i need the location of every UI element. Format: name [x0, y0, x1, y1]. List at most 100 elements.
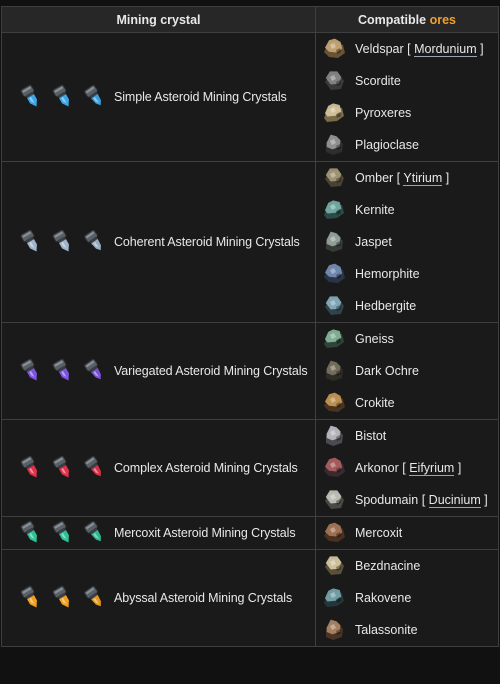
- mining-crystal-icon[interactable]: [82, 455, 108, 481]
- ore-item-arkonor: Arkonor [ Eifyrium ]: [316, 452, 498, 484]
- ore-label[interactable]: Mercoxit: [355, 526, 402, 540]
- mining-crystal-icon[interactable]: [50, 84, 76, 110]
- crystal-icon-group: [18, 84, 108, 110]
- hedbergite-ore-icon[interactable]: [321, 293, 355, 319]
- omber-ore-icon[interactable]: [321, 165, 355, 191]
- ore-label[interactable]: Dark Ochre: [355, 364, 419, 378]
- ore-name: Jaspet: [355, 235, 392, 249]
- header-ores-label[interactable]: ores: [430, 13, 456, 27]
- ore-item-gneiss: Gneiss: [316, 323, 498, 355]
- ore-label[interactable]: Crokite: [355, 396, 395, 410]
- mining-crystal-icon[interactable]: [50, 455, 76, 481]
- mining-crystal-icon[interactable]: [50, 229, 76, 255]
- ore-name: Gneiss: [355, 332, 394, 346]
- crystal-cell: Variegated Asteroid Mining Crystals: [1, 322, 316, 420]
- ore-item-jaspet: Jaspet: [316, 226, 498, 258]
- bistot-ore-icon[interactable]: [321, 423, 355, 449]
- ore-variant-link[interactable]: Mordunium: [414, 42, 477, 57]
- bezdnacine-ore-icon[interactable]: [321, 553, 355, 579]
- ore-cell: Omber [ Ytirium ] Kernite Jaspet Hemorphite…: [315, 161, 499, 323]
- ore-label[interactable]: Kernite: [355, 203, 395, 217]
- table-header-row: Mining crystal Compatible ores: [1, 6, 499, 33]
- crystal-icon-group: [18, 585, 108, 611]
- hemorphite-ore-icon[interactable]: [321, 261, 355, 287]
- ore-item-talassonite: Talassonite: [316, 614, 498, 646]
- talassonite-ore-icon[interactable]: [321, 617, 355, 643]
- ore-label[interactable]: Scordite: [355, 74, 401, 88]
- kernite-ore-icon[interactable]: [321, 197, 355, 223]
- mining-crystal-icon[interactable]: [82, 358, 108, 384]
- crystal-cell: Coherent Asteroid Mining Crystals: [1, 161, 316, 323]
- ore-list: Mercoxit: [316, 517, 498, 549]
- ore-label[interactable]: Spodumain: [355, 493, 418, 507]
- ore-list: Omber [ Ytirium ] Kernite Jaspet Hemorphite…: [316, 162, 498, 322]
- crystal-icon-group: [18, 520, 108, 546]
- mercoxit-ore-icon[interactable]: [321, 520, 355, 546]
- jaspet-ore-icon[interactable]: [321, 229, 355, 255]
- dark-ochre-ore-icon[interactable]: [321, 358, 355, 384]
- ore-variant-link[interactable]: Ducinium: [428, 493, 481, 508]
- ore-label[interactable]: Gneiss: [355, 332, 394, 346]
- mining-crystal-icon[interactable]: [18, 455, 44, 481]
- gneiss-ore-icon[interactable]: [321, 326, 355, 352]
- rakovene-ore-icon[interactable]: [321, 585, 355, 611]
- ore-item-bistot: Bistot: [316, 420, 498, 452]
- mining-crystal-icon[interactable]: [50, 358, 76, 384]
- mining-crystal-icon[interactable]: [50, 585, 76, 611]
- ore-item-dark-ochre: Dark Ochre: [316, 355, 498, 387]
- crystal-name-mercoxit-asteroid-mining-crystals: Mercoxit Asteroid Mining Crystals: [114, 526, 296, 540]
- ore-label[interactable]: Pyroxeres: [355, 106, 411, 120]
- ore-item-rakovene: Rakovene: [316, 582, 498, 614]
- ore-name: Crokite: [355, 396, 395, 410]
- crystal-name-coherent-asteroid-mining-crystals: Coherent Asteroid Mining Crystals: [114, 235, 300, 249]
- ore-name: Spodumain [ Ducinium ]: [355, 493, 488, 508]
- crystal-entry: Simple Asteroid Mining Crystals: [2, 84, 315, 110]
- ore-label[interactable]: Hemorphite: [355, 267, 420, 281]
- ore-label[interactable]: Omber: [355, 171, 393, 185]
- ore-label[interactable]: Veldspar: [355, 42, 404, 56]
- ore-label[interactable]: Arkonor: [355, 461, 399, 475]
- mining-crystal-icon[interactable]: [50, 520, 76, 546]
- crystal-icon-group: [18, 455, 108, 481]
- ore-item-pyroxeres: Pyroxeres: [316, 97, 498, 129]
- mining-crystal-icon[interactable]: [82, 520, 108, 546]
- veldspar-ore-icon[interactable]: [321, 36, 355, 62]
- mining-crystal-icon[interactable]: [18, 358, 44, 384]
- ore-label[interactable]: Talassonite: [355, 623, 418, 637]
- crystal-row: Variegated Asteroid Mining Crystals Gneis…: [1, 322, 499, 420]
- ore-label[interactable]: Bezdnacine: [355, 559, 420, 573]
- mining-crystal-icon[interactable]: [82, 229, 108, 255]
- ore-name: Hemorphite: [355, 267, 420, 281]
- pyroxeres-ore-icon[interactable]: [321, 100, 355, 126]
- ore-label[interactable]: Plagioclase: [355, 138, 419, 152]
- mining-crystal-icon[interactable]: [18, 520, 44, 546]
- ore-label[interactable]: Jaspet: [355, 235, 392, 249]
- mining-crystal-icon[interactable]: [82, 585, 108, 611]
- crystal-cell: Complex Asteroid Mining Crystals: [1, 419, 316, 517]
- arkonor-ore-icon[interactable]: [321, 455, 355, 481]
- ore-label[interactable]: Bistot: [355, 429, 386, 443]
- mining-crystal-icon[interactable]: [18, 229, 44, 255]
- ore-variant-link[interactable]: Eifyrium: [409, 461, 455, 476]
- ore-item-veldspar: Veldspar [ Mordunium ]: [316, 33, 498, 65]
- crystal-entry: Complex Asteroid Mining Crystals: [2, 455, 315, 481]
- plagioclase-ore-icon[interactable]: [321, 132, 355, 158]
- crokite-ore-icon[interactable]: [321, 390, 355, 416]
- ore-cell: Gneiss Dark Ochre Crokite: [315, 322, 499, 420]
- ore-name: Bistot: [355, 429, 386, 443]
- ore-list: Gneiss Dark Ochre Crokite: [316, 323, 498, 419]
- crystal-cell: Mercoxit Asteroid Mining Crystals: [1, 516, 316, 550]
- mining-crystal-icon[interactable]: [18, 585, 44, 611]
- ore-list: Veldspar [ Mordunium ] Scordite Pyroxeres P…: [316, 33, 498, 161]
- table-body: Simple Asteroid Mining Crystals Veldspar …: [1, 32, 499, 647]
- ore-item-hemorphite: Hemorphite: [316, 258, 498, 290]
- mining-crystal-icon[interactable]: [18, 84, 44, 110]
- scordite-ore-icon[interactable]: [321, 68, 355, 94]
- crystal-row: Simple Asteroid Mining Crystals Veldspar …: [1, 32, 499, 162]
- crystal-entry: Variegated Asteroid Mining Crystals: [2, 358, 315, 384]
- mining-crystal-icon[interactable]: [82, 84, 108, 110]
- spodumain-ore-icon[interactable]: [321, 487, 355, 513]
- ore-label[interactable]: Hedbergite: [355, 299, 416, 313]
- ore-variant-link[interactable]: Ytirium: [403, 171, 443, 186]
- ore-label[interactable]: Rakovene: [355, 591, 411, 605]
